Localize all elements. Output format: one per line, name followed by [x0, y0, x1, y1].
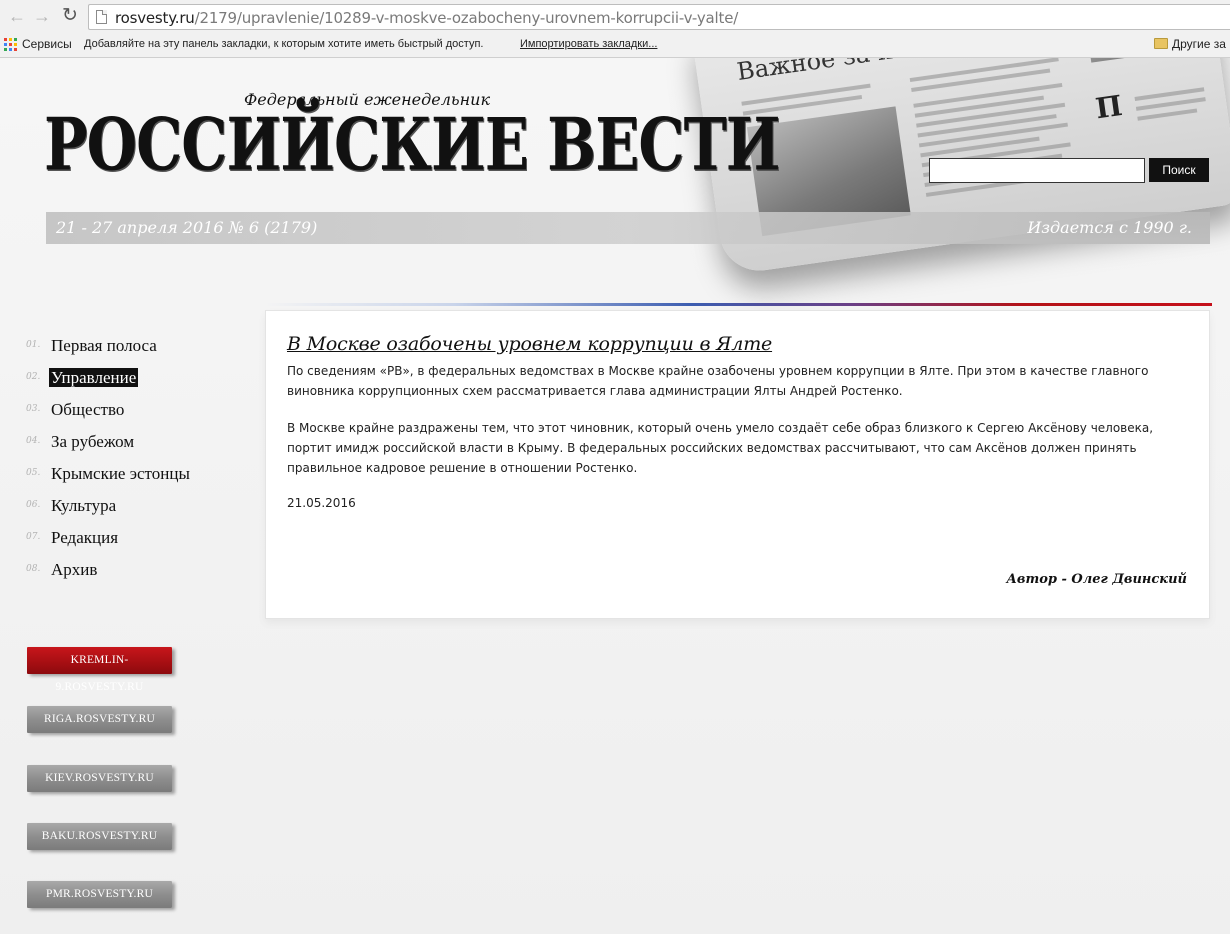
- web-page: Важное за не П Федеральный еженедельник …: [0, 58, 1230, 934]
- nav-item-label[interactable]: Редакция: [49, 528, 120, 547]
- nav-item-crimean-estonians[interactable]: 05. Крымские эстонцы: [26, 464, 246, 496]
- nav-item-number: 03.: [26, 404, 41, 414]
- nav-item-abroad[interactable]: 04. За рубежом: [26, 432, 246, 464]
- nav-item-number: 08.: [26, 564, 41, 574]
- article-paragraph: В Москве крайне раздражены тем, что этот…: [287, 421, 1154, 475]
- nav-item-management[interactable]: 02. Управление: [26, 368, 246, 400]
- newspaper-photo: [1081, 58, 1181, 63]
- import-bookmarks-link[interactable]: Импортировать закладки...: [520, 38, 657, 50]
- section-nav: 01. Первая полоса 02. Управление 03. Общ…: [26, 336, 246, 592]
- article-date: 21.05.2016: [287, 496, 356, 510]
- bookmarks-hint: Добавляйте на эту панель закладки, к кот…: [84, 38, 484, 50]
- nav-item-archive[interactable]: 08. Архив: [26, 560, 246, 592]
- nav-item-number: 01.: [26, 340, 41, 350]
- tricolor-divider: [264, 303, 1212, 306]
- article-author: Автор - Олег Двинский: [1006, 572, 1187, 587]
- back-arrow-icon[interactable]: ←: [6, 5, 28, 27]
- search-button[interactable]: Поиск: [1149, 158, 1209, 182]
- nav-item-label[interactable]: За рубежом: [49, 432, 136, 451]
- url-host: rosvesty.ru: [115, 9, 195, 27]
- nav-item-editorial[interactable]: 07. Редакция: [26, 528, 246, 560]
- nav-item-number: 04.: [26, 436, 41, 446]
- nav-item-number: 05.: [26, 468, 41, 478]
- newspaper-letter: П: [1093, 88, 1125, 126]
- address-bar[interactable]: rosvesty.ru/2179/upravlenie/10289-v-mosk…: [88, 4, 1230, 30]
- bookmark-services[interactable]: Сервисы: [22, 37, 72, 51]
- article-card: В Москве озабочены уровнем коррупции в Я…: [265, 310, 1210, 619]
- mirror-link-riga[interactable]: RIGA.ROSVESTY.RU: [27, 706, 172, 733]
- url-path: /2179/upravlenie/10289-v-moskve-ozaboche…: [194, 9, 739, 27]
- forward-arrow-icon[interactable]: →: [31, 5, 53, 27]
- mirror-link-baku[interactable]: BAKU.ROSVESTY.RU: [27, 823, 172, 850]
- search-input[interactable]: [929, 158, 1145, 183]
- mirror-link-pmr[interactable]: PMR.ROSVESTY.RU: [27, 881, 172, 908]
- reload-icon[interactable]: ↻: [59, 5, 81, 27]
- article-paragraph: По сведениям «РВ», в федеральных ведомст…: [287, 364, 1149, 398]
- other-bookmarks-label: Другие за: [1172, 37, 1226, 51]
- nav-item-number: 07.: [26, 532, 41, 542]
- url-text[interactable]: rosvesty.ru/2179/upravlenie/10289-v-mosk…: [115, 9, 738, 27]
- mirror-link-kremlin-9[interactable]: KREMLIN-9.ROSVESTY.RU: [27, 647, 172, 693]
- issue-bar: 21 - 27 апреля 2016 № 6 (2179) Издается …: [46, 212, 1210, 244]
- nav-item-label[interactable]: Управление: [49, 368, 139, 387]
- mirror-link-kiev[interactable]: KIEV.ROSVESTY.RU: [27, 765, 172, 792]
- browser-chrome: ← → ↻ rosvesty.ru/2179/upravlenie/10289-…: [0, 0, 1230, 58]
- bookmarks-bar: Сервисы Добавляйте на эту панель закладк…: [0, 34, 1230, 56]
- nav-item-label[interactable]: Крымские эстонцы: [49, 464, 192, 483]
- article-title[interactable]: В Москве озабочены уровнем коррупции в Я…: [287, 333, 772, 355]
- nav-item-label[interactable]: Общество: [49, 400, 126, 419]
- page-icon: [96, 10, 107, 24]
- browser-toolbar: ← → ↻ rosvesty.ru/2179/upravlenie/10289-…: [0, 0, 1230, 34]
- other-bookmarks[interactable]: Другие за: [1154, 37, 1226, 51]
- issue-info: 21 - 27 апреля 2016 № 6 (2179): [56, 218, 318, 237]
- site-logo[interactable]: РОССИЙСКИЕ ВЕСТИ: [44, 102, 781, 187]
- newspaper-headline: Важное за не: [735, 58, 909, 86]
- published-since: Издается с 1990 г.: [1027, 218, 1192, 237]
- apps-grid-icon[interactable]: [4, 38, 17, 51]
- nav-item-front-page[interactable]: 01. Первая полоса: [26, 336, 246, 368]
- folder-icon: [1154, 38, 1168, 49]
- nav-item-label[interactable]: Первая полоса: [49, 336, 159, 355]
- nav-item-number: 02.: [26, 372, 41, 382]
- nav-item-label[interactable]: Архив: [49, 560, 99, 579]
- nav-item-number: 06.: [26, 500, 41, 510]
- nav-item-culture[interactable]: 06. Культура: [26, 496, 246, 528]
- nav-item-label[interactable]: Культура: [49, 496, 118, 515]
- nav-item-society[interactable]: 03. Общество: [26, 400, 246, 432]
